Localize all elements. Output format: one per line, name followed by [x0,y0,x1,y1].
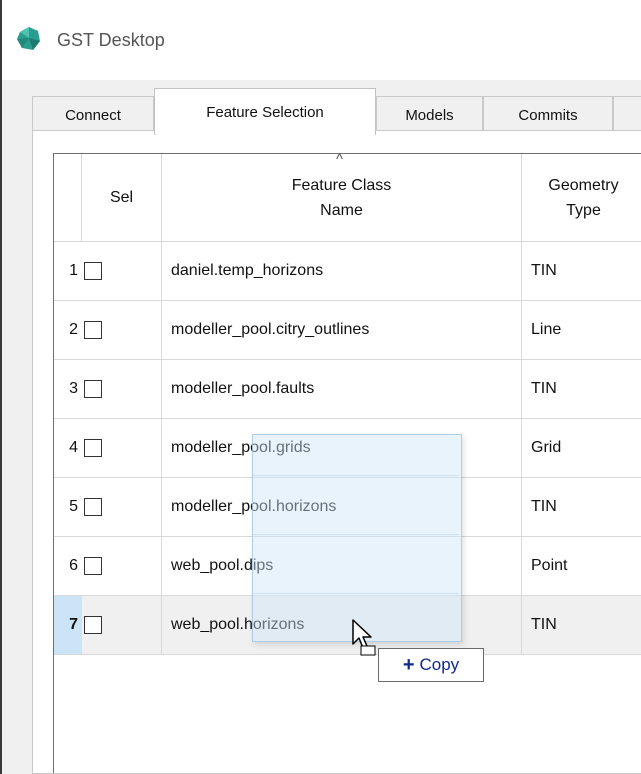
column-label-line1: Feature Class [291,176,392,194]
table-row[interactable]: 6 web_pool.dips Point [54,537,641,596]
geometry-type[interactable]: Line [522,301,641,360]
select-cell [82,242,162,301]
tab-label: Models [405,107,454,124]
column-header-feature-class-name[interactable]: ^ Feature Class Name [162,151,522,242]
row-number[interactable]: 3 [54,360,82,419]
geometry-type[interactable]: TIN [522,596,641,655]
feature-class-name[interactable]: modeller_pool.citry_outlines [162,301,522,360]
tab-label: Commits [518,107,578,124]
table-row[interactable]: 3 modeller_pool.faults TIN [54,360,641,419]
tab-label: Feature Selection [206,103,324,121]
row-checkbox[interactable] [84,616,102,634]
title-bar: GST Desktop [2,0,641,80]
geometry-type[interactable]: Point [522,537,641,596]
table-row-selected[interactable]: 7 web_pool.horizons TIN [54,596,641,655]
geometry-type[interactable]: TIN [522,478,641,537]
column-label-line1: Geometry [548,176,619,194]
drag-cursor-icon [352,619,376,656]
column-header-sel[interactable]: Sel [82,154,162,242]
tab-feature-selection[interactable]: Feature Selection [154,88,376,135]
select-cell [82,537,162,596]
tab-models[interactable]: Models [376,96,483,134]
row-checkbox[interactable] [84,321,102,339]
drag-copy-tooltip: + Copy [378,648,484,682]
tab-overflow[interactable] [613,96,641,134]
row-number[interactable]: 2 [54,301,82,360]
table-row[interactable]: 1 daniel.temp_horizons TIN [54,242,641,301]
main-panel: Connect Feature Selection Models Commits… [2,80,641,774]
tab-commits[interactable]: Commits [483,96,613,134]
row-number[interactable]: 7 [54,596,82,655]
feature-selection-panel: Sel ^ Feature Class Name Geometry Type 1… [32,130,641,774]
feature-class-name[interactable]: modeller_pool.horizons [162,478,522,537]
row-number[interactable]: 6 [54,537,82,596]
column-label: Sel [109,189,134,206]
feature-class-name[interactable]: modeller_pool.grids [162,419,522,478]
sort-ascending-icon: ^ [336,151,344,168]
tab-connect[interactable]: Connect [32,96,154,134]
geometry-type[interactable]: TIN [522,242,641,301]
select-cell [82,596,162,655]
row-checkbox[interactable] [84,262,102,280]
column-label-line2: Type [566,201,601,219]
row-number[interactable]: 4 [54,419,82,478]
window-title: GST Desktop [57,30,165,50]
table-row[interactable]: 2 modeller_pool.citry_outlines Line [54,301,641,360]
plus-icon: + [402,653,415,676]
geometry-type[interactable]: Grid [522,419,641,478]
feature-class-name[interactable]: web_pool.horizons [162,596,522,655]
select-cell [82,478,162,537]
column-label-line2: Name [320,201,363,219]
tab-strip: Connect Feature Selection Models Commits [32,88,641,135]
table-row[interactable]: 5 modeller_pool.horizons TIN [54,478,641,537]
row-number[interactable]: 1 [54,242,82,301]
row-checkbox[interactable] [84,439,102,457]
select-cell [82,360,162,419]
row-number[interactable]: 5 [54,478,82,537]
select-cell [82,301,162,360]
column-header-geometry-type[interactable]: Geometry Type [522,154,641,242]
select-cell [82,419,162,478]
table-row[interactable]: 4 modeller_pool.grids Grid [54,419,641,478]
feature-class-name[interactable]: modeller_pool.faults [162,360,522,419]
copy-label: Copy [419,655,460,674]
feature-class-name[interactable]: web_pool.dips [162,537,522,596]
row-checkbox[interactable] [84,380,102,398]
row-checkbox[interactable] [84,557,102,575]
gst-logo-icon [17,27,40,50]
feature-class-grid[interactable]: Sel ^ Feature Class Name Geometry Type 1… [53,151,641,773]
row-checkbox[interactable] [84,498,102,516]
geometry-type[interactable]: TIN [522,360,641,419]
row-header-corner [54,154,82,242]
tab-label: Connect [65,107,121,124]
feature-class-name[interactable]: daniel.temp_horizons [162,242,522,301]
